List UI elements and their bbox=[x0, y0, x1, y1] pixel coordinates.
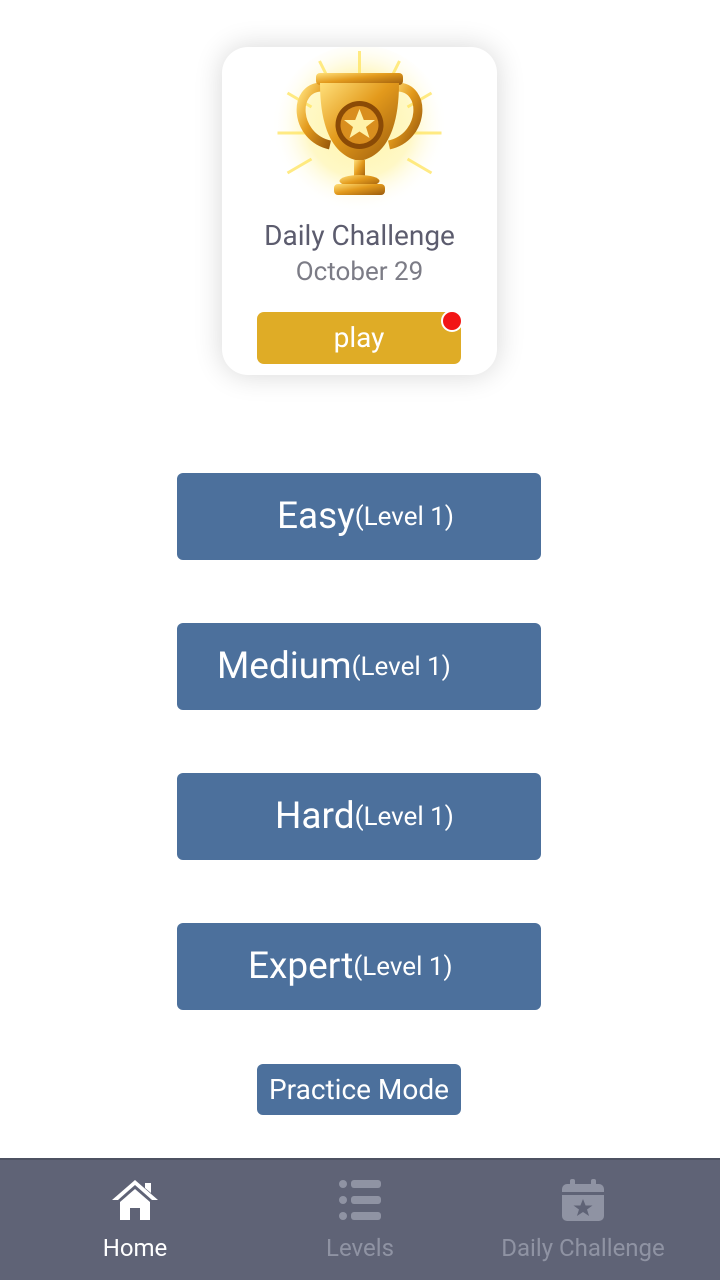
tab-daily-challenge[interactable]: Daily Challenge bbox=[463, 1160, 703, 1280]
daily-challenge-date: October 29 bbox=[295, 257, 424, 287]
level-name: Medium bbox=[217, 645, 352, 688]
hard-level-button[interactable]: Hard (Level 1) bbox=[177, 773, 541, 860]
expert-level-button[interactable]: Expert (Level 1) bbox=[177, 923, 541, 1010]
level-name: Expert bbox=[248, 945, 354, 988]
level-name: Hard bbox=[275, 795, 355, 838]
tab-home[interactable]: Home bbox=[15, 1160, 255, 1280]
tab-daily-challenge-label: Daily Challenge bbox=[501, 1234, 665, 1262]
tab-levels-label: Levels bbox=[326, 1234, 394, 1262]
calendar-icon bbox=[562, 1179, 604, 1221]
bottom-tab-bar: Home Levels Daily Challenge bbox=[0, 1158, 720, 1280]
tab-levels[interactable]: Levels bbox=[240, 1160, 480, 1280]
easy-level-button[interactable]: Easy (Level 1) bbox=[177, 473, 541, 560]
notification-dot bbox=[441, 310, 463, 332]
level-number: (Level 1) bbox=[354, 501, 454, 532]
play-button-label: play bbox=[333, 321, 385, 354]
tab-home-label: Home bbox=[102, 1234, 168, 1262]
level-number: (Level 1) bbox=[353, 951, 453, 982]
medium-level-button[interactable]: Medium (Level 1) bbox=[177, 623, 541, 710]
trophy-icon bbox=[271, 47, 448, 221]
level-number: (Level 1) bbox=[354, 801, 454, 832]
list-icon bbox=[339, 1180, 381, 1220]
practice-mode-button[interactable]: Practice Mode bbox=[257, 1064, 461, 1115]
level-name: Easy bbox=[277, 495, 355, 538]
home-icon bbox=[112, 1180, 158, 1220]
level-number: (Level 1) bbox=[351, 651, 451, 682]
daily-challenge-title: Daily Challenge bbox=[264, 219, 455, 252]
play-button[interactable]: play bbox=[257, 310, 463, 364]
daily-challenge-card: Daily Challenge October 29 play bbox=[222, 47, 497, 375]
